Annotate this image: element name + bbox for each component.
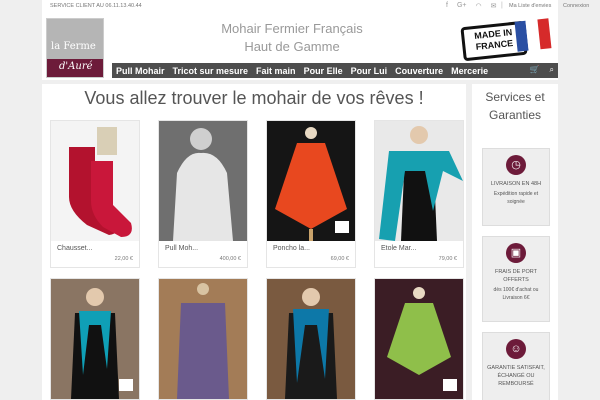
french-flag-icon [514,18,552,52]
email-icon[interactable]: ✉ [491,2,497,10]
product-card[interactable] [158,278,248,400]
made-in-france-badge: MADE IN FRANCE [460,18,552,62]
tagline-line-1: Mohair Fermier Français [221,21,363,36]
product-name: Pull Moh... [165,245,199,252]
login-link[interactable]: Connexion [563,3,589,9]
service-subtitle: Expédition rapide et soignée [493,191,539,205]
nav-item-fait-main[interactable]: Fait main [252,66,300,76]
product-price: 69,00 € [330,256,349,262]
service-title: GARANTIE SATISFAIT, ÉCHANGÉ OU REMBOURSÉ [487,365,545,387]
product-image-green-poncho[interactable] [375,279,463,399]
product-image-turquoise-scarf[interactable] [51,279,139,399]
product-name: Poncho la... [273,245,310,252]
service-subtitle: dès 100€ d'achat ou Livraison 6€ [493,287,539,301]
product-card[interactable]: Chausset... 22,00 € [50,120,140,268]
product-card[interactable]: Poncho la... 69,00 € [266,120,356,268]
product-card[interactable] [266,278,356,400]
product-price: 400,00 € [219,256,241,262]
service-title: FRAIS DE PORT OFFERTS [494,269,538,283]
rss-icon[interactable]: ◠ [476,2,482,10]
clock-icon: ◷ [506,155,526,175]
search-icon[interactable]: ⌕ [550,65,554,75]
product-image-blue-scarf[interactable] [267,279,355,399]
top-bar: SERVICE CLIENT AU 06.11.13.40.44 f G+ ◠ … [42,0,589,12]
divider: | [501,2,503,9]
wishlist-link[interactable]: Ma Liste d'envies [509,3,551,9]
nav-item-tricot[interactable]: Tricot sur mesure [169,66,253,76]
product-image-pullover[interactable] [159,121,247,241]
service-guarantee: ☺ GARANTIE SATISFAIT, ÉCHANGÉ OU REMBOUR… [482,332,550,400]
service-free-shipping: ▣ FRAIS DE PORT OFFERTS dès 100€ d'achat… [482,236,550,322]
product-name: Chausset... [57,245,93,252]
logo[interactable]: la Ferme d'Auré [46,18,104,78]
page: SERVICE CLIENT AU 06.11.13.40.44 f G+ ◠ … [0,0,600,400]
product-card[interactable]: Etole Mar... 79,00 € [374,120,464,268]
main-content: Vous allez trouver le mohair de vos rêve… [42,84,466,400]
services-title-line-1: Services et [485,90,545,104]
logo-text-top: la Ferme [51,41,96,52]
social-links: f G+ ◠ ✉ [446,2,496,10]
page-headline: Vous allez trouver le mohair de vos rêve… [84,88,424,108]
logo-text-bottom: d'Auré [59,61,93,72]
cart-icon[interactable]: 🛒 [530,65,540,75]
tagline-line-2: Haut de Gamme [244,39,340,54]
smile-icon: ☺ [506,339,526,359]
service-delivery: ◷ LIVRAISON EN 48H Expédition rapide et … [482,148,550,226]
facebook-icon[interactable]: f [446,2,448,10]
google-plus-icon[interactable]: G+ [457,2,467,10]
main-nav: Pull Mohair Tricot sur mesure Fait main … [112,63,558,78]
services-title-line-2: Garanties [488,108,542,122]
product-name: Etole Mar... [381,245,417,252]
product-card[interactable] [50,278,140,400]
service-title: LIVRAISON EN 48H [490,181,542,187]
tagline: Mohair Fermier Français Haut de Gamme [192,20,392,56]
nav-item-mercerie[interactable]: Mercerie [447,66,492,76]
services-title: Services et Garanties [472,88,558,124]
product-image-lace-shawl[interactable] [159,279,247,399]
product-card[interactable]: Pull Moh... 400,00 € [158,120,248,268]
nav-item-pull-mohair[interactable]: Pull Mohair [112,66,169,76]
nav-item-pour-lui[interactable]: Pour Lui [347,66,392,76]
gift-icon: ▣ [506,243,526,263]
product-image-poncho[interactable] [267,121,355,241]
nav-item-pour-elle[interactable]: Pour Elle [300,66,347,76]
nav-item-couverture[interactable]: Couverture [391,66,447,76]
product-image-socks[interactable] [51,121,139,241]
product-image-stole[interactable] [375,121,463,241]
product-card[interactable] [374,278,464,400]
product-price: 79,00 € [438,256,457,262]
product-price: 22,00 € [114,256,133,262]
services-sidebar: Services et Garanties ◷ LIVRAISON EN 48H… [472,84,558,400]
customer-service-phone: SERVICE CLIENT AU 06.11.13.40.44 [50,3,142,9]
